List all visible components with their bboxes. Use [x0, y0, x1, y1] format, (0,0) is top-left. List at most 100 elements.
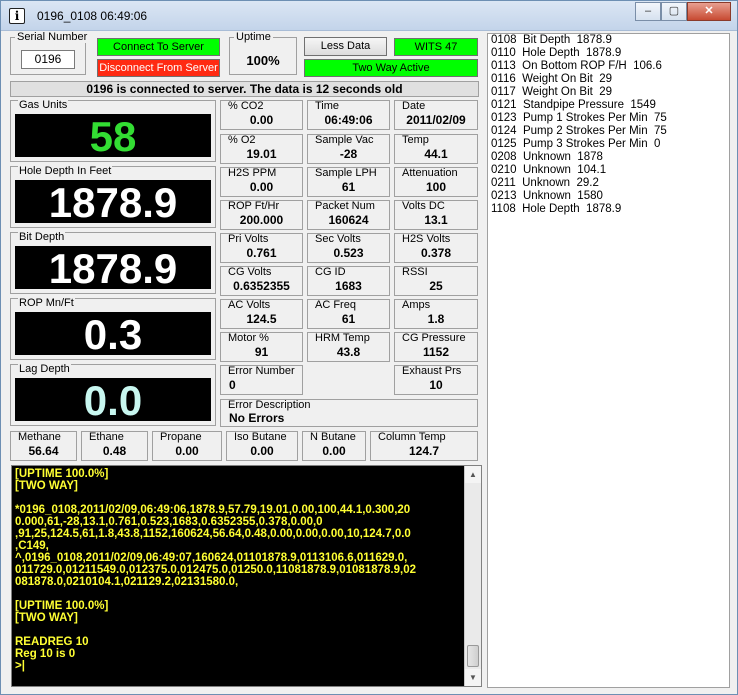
error-description-label: Error Description — [228, 399, 311, 411]
hrm-temp-field: HRM Temp 43.8 — [307, 332, 390, 362]
wits-badge[interactable]: WITS 47 — [394, 38, 478, 56]
list-item[interactable]: 0110 Hole Depth 1878.9 — [488, 47, 729, 60]
attenuation-label: Attenuation — [402, 167, 458, 179]
scroll-thumb[interactable] — [467, 645, 479, 667]
sec-volts-value: 0.523 — [333, 246, 364, 260]
console-line: Reg 10 is 0 — [15, 648, 76, 660]
connect-to-server-button[interactable]: Connect To Server — [97, 38, 220, 56]
scroll-up-arrow-icon[interactable]: ▲ — [465, 466, 481, 483]
o2-value: 19.01 — [246, 147, 277, 161]
lag-depth-panel: Lag Depth 0.0 — [10, 363, 216, 426]
cg-pressure-field: CG Pressure 1152 — [394, 332, 478, 362]
cg-volts-label: CG Volts — [228, 266, 272, 278]
date-label: Date — [402, 100, 426, 112]
attenuation-value: 100 — [425, 180, 447, 194]
list-item[interactable]: 0117 Weight On Bit 29 — [488, 86, 729, 99]
list-item[interactable]: 0125 Pump 3 Strokes Per Min 0 — [488, 138, 729, 151]
iso-butane-label: Iso Butane — [234, 431, 287, 443]
temp-field: Temp 44.1 — [394, 134, 478, 164]
methane-field: Methane 56.64 — [10, 431, 77, 461]
cg-id-value: 1683 — [335, 279, 362, 293]
console-line: READREG 10 — [15, 636, 89, 648]
title-bar[interactable]: i 0196_0108 06:49:06 ‒ ▢ ✕ — [1, 1, 737, 31]
console-line: 081878.0,0210104.1,021129.2,02131580.0, — [15, 576, 239, 588]
list-item[interactable]: 0213 Unknown 1580 — [488, 190, 729, 203]
ac-freq-value: 61 — [341, 312, 356, 326]
temp-value: 44.1 — [424, 147, 448, 161]
close-button[interactable]: ✕ — [687, 2, 731, 21]
rop-panel: ROP Mn/Ft 0.3 — [10, 297, 216, 360]
amps-field: Amps 1.8 — [394, 299, 478, 329]
temp-label: Temp — [402, 134, 429, 146]
window-title: 0196_0108 06:49:06 — [37, 9, 148, 23]
window-controls: ‒ ▢ ✕ — [635, 2, 731, 21]
console-line: 0.000,61,-28,13.1,0.761,0.523,1683,0.635… — [15, 516, 323, 528]
hole-depth-panel: Hole Depth In Feet 1878.9 — [10, 165, 216, 228]
disconnect-from-server-button[interactable]: Disconnect From Server — [97, 59, 220, 77]
list-item[interactable]: 0210 Unknown 104.1 — [488, 164, 729, 177]
ethane-label: Ethane — [89, 431, 124, 443]
volts-dc-value: 13.1 — [424, 213, 448, 227]
n-butane-label: N Butane — [310, 431, 356, 443]
connection-status-text: 0196 is connected to server. The data is… — [10, 81, 479, 97]
console-line: [TWO WAY] — [15, 480, 78, 492]
pri-volts-label: Pri Volts — [228, 233, 269, 245]
console-text[interactable]: [UPTIME 100.0%] [TWO WAY] *0196_0108,201… — [12, 466, 481, 672]
scroll-down-arrow-icon[interactable]: ▼ — [465, 669, 481, 686]
two-way-active-badge[interactable]: Two Way Active — [304, 59, 478, 77]
gas-units-panel: Gas Units 58 — [10, 99, 216, 162]
h2s-volts-value: 0.378 — [420, 246, 452, 260]
exhaust-prs-value: 10 — [429, 378, 443, 392]
rssi-value: 25 — [429, 279, 443, 293]
uptime-value: 100% — [246, 53, 280, 68]
list-item[interactable]: 0211 Unknown 29.2 — [488, 177, 729, 190]
column-temp-label: Column Temp — [378, 431, 446, 443]
console-output[interactable]: [UPTIME 100.0%] [TWO WAY] *0196_0108,201… — [11, 465, 482, 687]
console-line: *0196_0108,2011/02/09,06:49:06,1878.9,57… — [15, 504, 411, 516]
co2-label: % CO2 — [228, 100, 264, 112]
list-item[interactable]: 0116 Weight On Bit 29 — [488, 73, 729, 86]
console-line: 011729.0,01211549.0,012375.0,012475.0,01… — [15, 564, 416, 576]
gas-units-value: 58 — [15, 114, 211, 159]
app-icon[interactable]: i — [9, 8, 25, 24]
serial-number-field[interactable]: 0196 — [21, 50, 75, 69]
rop-ft-hr-value: 200.000 — [239, 213, 284, 227]
rop-label: ROP Mn/Ft — [18, 297, 75, 309]
serial-number-label: Serial Number — [15, 31, 90, 43]
cg-id-field: CG ID 1683 — [307, 266, 390, 296]
list-item[interactable]: 0113 On Bottom ROP F/H 106.6 — [488, 60, 729, 73]
cg-pressure-value: 1152 — [422, 345, 450, 359]
hole-depth-label: Hole Depth In Feet — [18, 165, 113, 177]
list-item[interactable]: 1108 Hole Depth 1878.9 — [488, 203, 729, 216]
n-butane-field: N Butane 0.00 — [302, 431, 366, 461]
ac-volts-label: AC Volts — [228, 299, 271, 311]
uptime-label: Uptime — [234, 31, 273, 43]
motor-field: Motor % 91 — [220, 332, 303, 362]
maximize-button[interactable]: ▢ — [661, 2, 687, 21]
ethane-value: 0.48 — [102, 444, 127, 458]
list-item[interactable]: 0123 Pump 1 Strokes Per Min 75 — [488, 112, 729, 125]
hole-depth-value: 1878.9 — [15, 180, 211, 225]
list-item[interactable]: 0208 Unknown 1878 — [488, 151, 729, 164]
sample-lph-label: Sample LPH — [315, 167, 377, 179]
error-description-value: No Errors — [229, 411, 285, 425]
time-label: Time — [315, 100, 340, 112]
amps-label: Amps — [402, 299, 431, 311]
list-item[interactable]: 0108 Bit Depth 1878.9 — [488, 34, 729, 47]
ac-volts-field: AC Volts 124.5 — [220, 299, 303, 329]
error-description-field: Error Description No Errors — [220, 399, 478, 427]
sec-volts-label: Sec Volts — [315, 233, 361, 245]
less-data-button[interactable]: Less Data — [304, 37, 387, 56]
console-scrollbar[interactable]: ▲ ▼ — [464, 466, 481, 686]
o2-field: % O2 19.01 — [220, 134, 303, 164]
list-item[interactable]: 0121 Standpipe Pressure 1549 — [488, 99, 729, 112]
rop-value: 0.3 — [15, 312, 211, 357]
wits-list[interactable]: 0108 Bit Depth 1878.9 0110 Hole Depth 187… — [487, 33, 730, 688]
time-field: Time 06:49:06 — [307, 100, 390, 130]
list-item[interactable]: 0124 Pump 2 Strokes Per Min 75 — [488, 125, 729, 138]
volts-dc-label: Volts DC — [402, 200, 445, 212]
rop-ft-hr-label: ROP Ft/Hr — [228, 200, 280, 212]
minimize-button[interactable]: ‒ — [635, 2, 661, 21]
sec-volts-field: Sec Volts 0.523 — [307, 233, 390, 263]
hrm-temp-label: HRM Temp — [315, 332, 370, 344]
